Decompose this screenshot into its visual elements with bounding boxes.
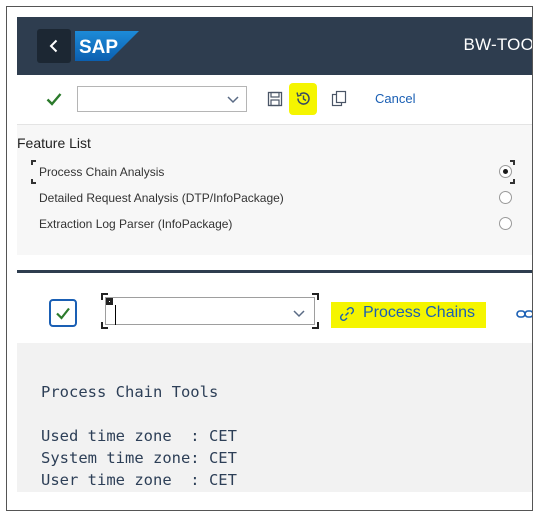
radio-button[interactable] — [499, 165, 512, 178]
sap-logo-text: SAP — [79, 37, 118, 58]
feature-option-detailed-request-analysis[interactable]: Detailed Request Analysis (DTP/InfoPacka… — [17, 185, 532, 211]
console-line-used-time-zone: Used time zone : CET — [41, 427, 237, 445]
save-icon[interactable] — [267, 91, 283, 107]
radio-button[interactable] — [499, 191, 512, 204]
feature-option-label: Extraction Log Parser (InfoPackage) — [39, 217, 233, 231]
command-dropdown-value — [106, 298, 113, 305]
output-screen: Process Chains Process Chain Tools Used t… — [17, 270, 533, 492]
radio-button[interactable] — [499, 217, 512, 230]
feature-option-process-chain-analysis[interactable]: Process Chain Analysis — [17, 159, 532, 185]
sap-window: SAP BW-TOO Cancel Feature List Process C… — [17, 17, 533, 492]
console-line-user-time-zone: User time zone : CET — [41, 471, 237, 489]
sap-logo: SAP — [75, 31, 139, 61]
copy-icon[interactable] — [331, 90, 347, 107]
console-output: Process Chain Tools Used time zone : CET S… — [41, 381, 237, 491]
back-button[interactable] — [37, 29, 71, 63]
check-icon[interactable] — [45, 90, 63, 108]
link-icon[interactable] — [516, 307, 533, 321]
app-title: BW-TOO — [463, 35, 533, 54]
command-dropdown-field[interactable] — [105, 297, 315, 325]
chevron-down-icon[interactable] — [226, 92, 240, 106]
console-heading: Process Chain Tools — [41, 383, 219, 401]
secondary-toolbar: Process Chains — [17, 273, 533, 343]
history-icon[interactable] — [295, 90, 312, 107]
feature-list: Process Chain Analysis Detailed Request … — [17, 159, 532, 237]
command-dropdown[interactable] — [101, 293, 319, 329]
feature-option-label: Detailed Request Analysis (DTP/InfoPacka… — [39, 191, 284, 205]
text-cursor — [115, 305, 116, 325]
link-icon — [339, 306, 355, 322]
console-line-system-time-zone: System time zone: CET — [41, 449, 237, 467]
feature-list-section: Feature List Process Chain Analysis Deta… — [17, 125, 532, 255]
confirm-button[interactable] — [49, 299, 77, 327]
variant-dropdown[interactable] — [77, 86, 247, 112]
toolbar: Cancel — [17, 75, 532, 125]
chevron-left-icon — [49, 39, 58, 53]
check-icon — [56, 307, 70, 320]
screenshot-frame: SAP BW-TOO Cancel Feature List Process C… — [6, 6, 533, 511]
selection-screen: SAP BW-TOO Cancel Feature List Process C… — [17, 17, 533, 255]
chevron-down-icon[interactable] — [292, 306, 306, 320]
cancel-button[interactable]: Cancel — [375, 91, 415, 106]
feature-option-label: Process Chain Analysis — [39, 165, 165, 179]
feature-list-title: Feature List — [17, 135, 91, 151]
process-chains-link[interactable]: Process Chains — [363, 304, 475, 322]
feature-option-extraction-log-parser[interactable]: Extraction Log Parser (InfoPackage) — [17, 211, 532, 237]
shell-bar: SAP BW-TOO — [17, 17, 533, 75]
